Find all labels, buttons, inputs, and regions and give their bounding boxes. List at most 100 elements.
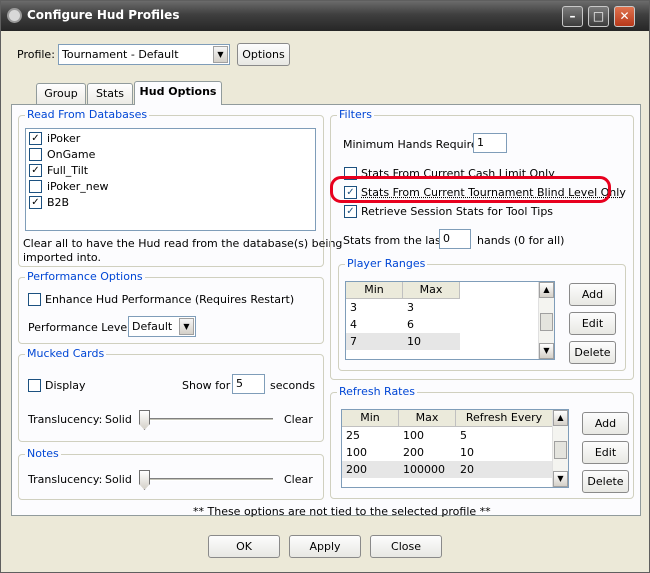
- minimize-button[interactable]: –: [562, 6, 583, 27]
- performance-level-select[interactable]: Default ▼: [128, 316, 196, 337]
- enhance-performance-checkbox[interactable]: [28, 293, 41, 306]
- table-row[interactable]: 3 3: [346, 299, 539, 316]
- ok-button[interactable]: OK: [208, 535, 280, 558]
- mucked-translucency-slider-thumb[interactable]: [139, 410, 150, 430]
- apply-button[interactable]: Apply: [289, 535, 361, 558]
- profile-select-value: Tournament - Default: [62, 48, 179, 61]
- table-row[interactable]: 4 6: [346, 316, 539, 333]
- profile-label: Profile:: [17, 48, 55, 61]
- refresh-rates-edit-button[interactable]: Edit: [582, 441, 629, 464]
- scrollbar-thumb[interactable]: [554, 440, 567, 459]
- refresh-rates-table[interactable]: Min Max Refresh Every 25 100 5 100 200 1…: [341, 409, 569, 488]
- close-icon: ✕: [619, 9, 630, 23]
- player-ranges-scrollbar[interactable]: ▲ ▼: [538, 282, 554, 359]
- scroll-down-icon[interactable]: ▼: [539, 343, 554, 359]
- column-header-max[interactable]: Max: [399, 410, 456, 427]
- column-header-min[interactable]: Min: [342, 410, 399, 427]
- table-cell: 200: [403, 446, 424, 459]
- performance-options-group: Performance Options Enhance Hud Performa…: [18, 270, 324, 344]
- min-hands-label: Minimum Hands Required:: [343, 138, 489, 151]
- database-label-full-tilt: Full_Tilt: [47, 164, 89, 177]
- tab-stats[interactable]: Stats: [87, 83, 133, 104]
- mucked-translucency-slider[interactable]: [141, 418, 273, 421]
- min-hands-input[interactable]: 1: [473, 133, 507, 153]
- scrollbar-thumb[interactable]: [540, 312, 553, 331]
- notes-translucency-slider[interactable]: [141, 478, 273, 481]
- column-header-refresh-every[interactable]: Refresh Every: [456, 410, 553, 427]
- stats-from-last-input[interactable]: 0: [439, 229, 471, 249]
- show-for-label: Show for: [182, 379, 231, 392]
- seconds-label: seconds: [270, 379, 315, 392]
- notes-translucency-slider-thumb[interactable]: [139, 470, 150, 490]
- refresh-rates-add-button[interactable]: Add: [582, 412, 629, 435]
- database-checkbox-ipoker[interactable]: ✓: [29, 132, 42, 145]
- table-cell: 20: [460, 463, 474, 476]
- table-row[interactable]: 100 200 10: [342, 444, 553, 461]
- options-button[interactable]: Options: [237, 43, 290, 66]
- player-ranges-delete-button[interactable]: Delete: [569, 341, 616, 364]
- chevron-down-icon[interactable]: ▼: [213, 46, 228, 63]
- table-cell: 7: [350, 335, 357, 348]
- read-from-databases-title: Read From Databases: [25, 108, 150, 121]
- table-row[interactable]: 7 10: [346, 333, 460, 350]
- database-label-ipoker-new: iPoker_new: [47, 180, 109, 193]
- column-header-max[interactable]: Max: [403, 282, 460, 299]
- database-label-b2b: B2B: [47, 196, 70, 209]
- mucked-clear-label: Clear: [284, 413, 313, 426]
- column-header-min[interactable]: Min: [346, 282, 403, 299]
- notes-solid-label: Solid: [105, 473, 132, 486]
- scroll-up-icon[interactable]: ▲: [539, 282, 554, 298]
- display-mucked-checkbox[interactable]: [28, 379, 41, 392]
- table-cell: 6: [407, 318, 414, 331]
- table-cell: 200: [346, 463, 367, 476]
- table-cell: 5: [460, 429, 467, 442]
- minimize-icon: –: [569, 9, 576, 23]
- table-row[interactable]: 25 100 5: [342, 427, 553, 444]
- read-from-databases-group: Read From Databases ✓ iPoker OnGame ✓ Fu…: [18, 108, 342, 267]
- configure-hud-profiles-window: Configure Hud Profiles – □ ✕ Profile: To…: [0, 0, 650, 573]
- display-mucked-label: Display: [45, 379, 86, 392]
- player-ranges-title: Player Ranges: [345, 257, 428, 270]
- database-checkbox-b2b[interactable]: ✓: [29, 196, 42, 209]
- close-button[interactable]: Close: [370, 535, 442, 558]
- mucked-cards-title: Mucked Cards: [25, 347, 107, 360]
- chevron-down-icon[interactable]: ▼: [179, 318, 194, 335]
- database-list[interactable]: ✓ iPoker OnGame ✓ Full_Tilt iPoker_new ✓: [25, 128, 316, 231]
- database-checkbox-ipoker-new[interactable]: [29, 180, 42, 193]
- performance-level-label: Performance Level:: [28, 321, 134, 334]
- databases-help-text-1: Clear all to have the Hud read from the …: [23, 237, 343, 250]
- player-ranges-table[interactable]: Min Max 3 3 4 6 7 10 ▲ ▼: [345, 281, 555, 360]
- refresh-rates-title: Refresh Rates: [337, 385, 417, 398]
- maximize-button[interactable]: □: [588, 6, 609, 27]
- scroll-down-icon[interactable]: ▼: [553, 471, 568, 487]
- performance-options-title: Performance Options: [25, 270, 145, 283]
- table-cell: 25: [346, 429, 360, 442]
- player-ranges-add-button[interactable]: Add: [569, 283, 616, 306]
- table-cell: 3: [407, 301, 414, 314]
- session-stats-label: Retrieve Session Stats for Tool Tips: [361, 205, 554, 218]
- session-stats-checkbox[interactable]: ✓: [344, 205, 357, 218]
- title-bar[interactable]: Configure Hud Profiles – □ ✕: [1, 1, 649, 31]
- scroll-up-icon[interactable]: ▲: [553, 410, 568, 426]
- refresh-rates-scrollbar[interactable]: ▲ ▼: [552, 410, 568, 487]
- profile-select[interactable]: Tournament - Default ▼: [58, 44, 230, 65]
- close-window-button[interactable]: ✕: [614, 6, 635, 27]
- database-checkbox-ongame[interactable]: [29, 148, 42, 161]
- performance-level-value: Default: [132, 320, 173, 333]
- show-for-seconds-input[interactable]: 5: [232, 374, 265, 394]
- table-cell: 100: [403, 429, 424, 442]
- notes-group: Notes Translucency: Solid Clear: [18, 447, 324, 500]
- database-checkbox-full-tilt[interactable]: ✓: [29, 164, 42, 177]
- player-ranges-edit-button[interactable]: Edit: [569, 312, 616, 335]
- tab-hud-options[interactable]: Hud Options: [134, 81, 222, 105]
- footnote-text: ** These options are not tied to the sel…: [193, 505, 491, 518]
- notes-translucency-label: Translucency:: [28, 473, 103, 486]
- refresh-rates-group: Refresh Rates Min Max Refresh Every 25 1…: [330, 385, 634, 499]
- notes-clear-label: Clear: [284, 473, 313, 486]
- refresh-rates-delete-button[interactable]: Delete: [582, 470, 629, 493]
- notes-title: Notes: [25, 447, 61, 460]
- table-row[interactable]: 200 100000 20: [342, 461, 553, 478]
- maximize-icon: □: [592, 9, 605, 23]
- mucked-cards-group: Mucked Cards Display Show for 5 seconds …: [18, 347, 324, 442]
- tab-group[interactable]: Group: [36, 83, 86, 104]
